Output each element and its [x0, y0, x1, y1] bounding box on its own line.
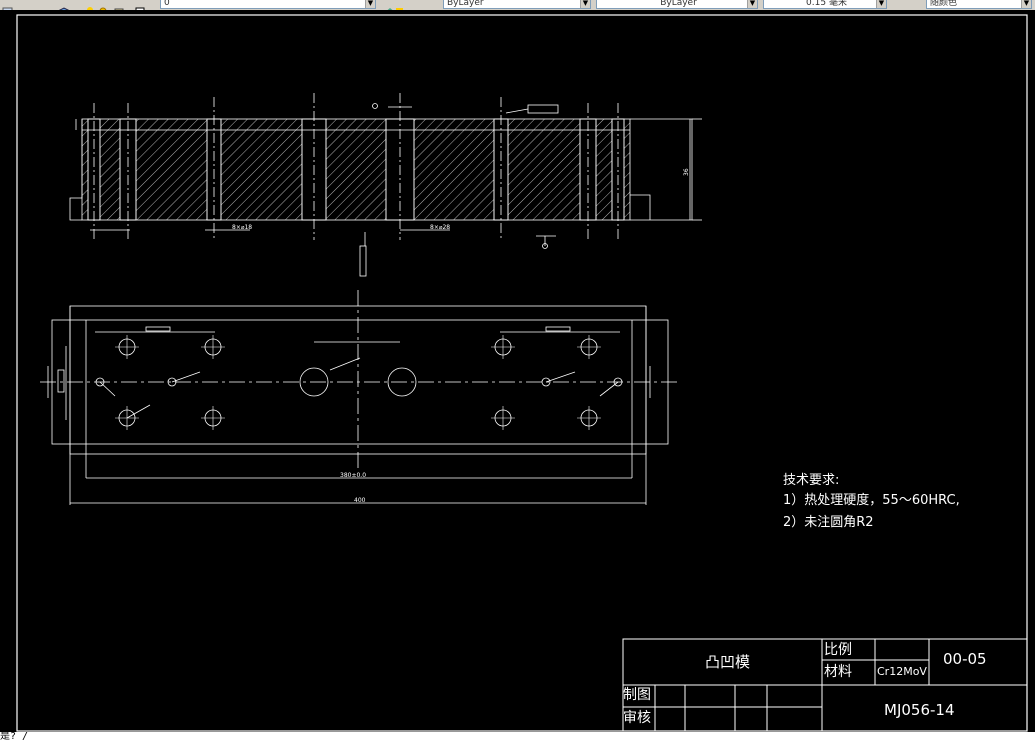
layer-manager-icon[interactable] — [2, 0, 13, 10]
tech-requirement-1: 1）热处理硬度，55～60HRC, — [783, 492, 960, 508]
layer-dropdown-value: 0 — [164, 0, 170, 8]
chevron-down-icon: ▼ — [365, 0, 375, 8]
drawing-canvas[interactable]: 8×⌀18 8×⌀28 36 380±0.0 400 技术要求: 1）热处理硬度… — [0, 10, 1035, 732]
layer-state-icon[interactable] — [55, 0, 70, 10]
command-line[interactable]: 是? / — [0, 732, 1035, 742]
make-current-icon[interactable] — [382, 0, 404, 10]
dim-hole-count-mid: 8×⌀28 — [430, 224, 450, 231]
color-dropdown-value: ByLayer — [447, 0, 484, 8]
drawn-by-label: 制图 — [623, 687, 651, 703]
dim-overall-inner: 380±0.0 — [340, 472, 366, 479]
material-value: Cr12MoV — [877, 665, 927, 678]
material-label: 材料 — [824, 664, 852, 680]
lineweight-dropdown[interactable]: 0.15 毫米 ▼ — [763, 0, 887, 9]
part-name: 凸凹模 — [705, 653, 750, 671]
color-swatch-icon[interactable] — [135, 0, 146, 10]
scale-label: 比例 — [824, 642, 852, 658]
chevron-down-icon: ▼ — [876, 0, 886, 8]
layer-dropdown[interactable]: 0 ▼ — [160, 0, 376, 9]
bulb-icon[interactable] — [86, 0, 97, 10]
chevron-down-icon: ▼ — [580, 0, 590, 8]
tech-requirements-title: 技术要求: — [783, 473, 839, 488]
linetype-dropdown[interactable]: ByLayer ▼ — [596, 0, 758, 9]
command-line-text: 是? / — [0, 732, 29, 742]
sun-icon[interactable] — [98, 0, 109, 10]
dim-overall-outer: 400 — [354, 497, 366, 504]
tech-requirement-2: 2）未注圆角R2 — [783, 515, 874, 530]
lineweight-dropdown-value: 0.15 毫米 — [806, 0, 847, 8]
dim-hole-count-left: 8×⌀18 — [232, 224, 252, 231]
checked-by-label: 审核 — [623, 710, 651, 726]
color-dropdown[interactable]: ByLayer ▼ — [443, 0, 591, 9]
drawing-number: MJ056-14 — [884, 701, 955, 719]
linetype-dropdown-value: ByLayer — [660, 0, 697, 8]
chevron-down-icon: ▼ — [747, 0, 757, 8]
dim-height: 36 — [683, 168, 690, 176]
section-view — [69, 93, 702, 277]
plotstyle-dropdown-value: 随颜色 — [930, 0, 958, 8]
chevron-down-icon: ▼ — [1021, 0, 1031, 8]
plotstyle-dropdown[interactable]: 随颜色 ▼ — [926, 0, 1032, 9]
lock-icon[interactable] — [114, 0, 125, 10]
cad-drawing[interactable]: 8×⌀18 8×⌀28 36 380±0.0 400 技术要求: 1）热处理硬度… — [0, 10, 1035, 732]
sheet-number: 00-05 — [943, 650, 987, 668]
